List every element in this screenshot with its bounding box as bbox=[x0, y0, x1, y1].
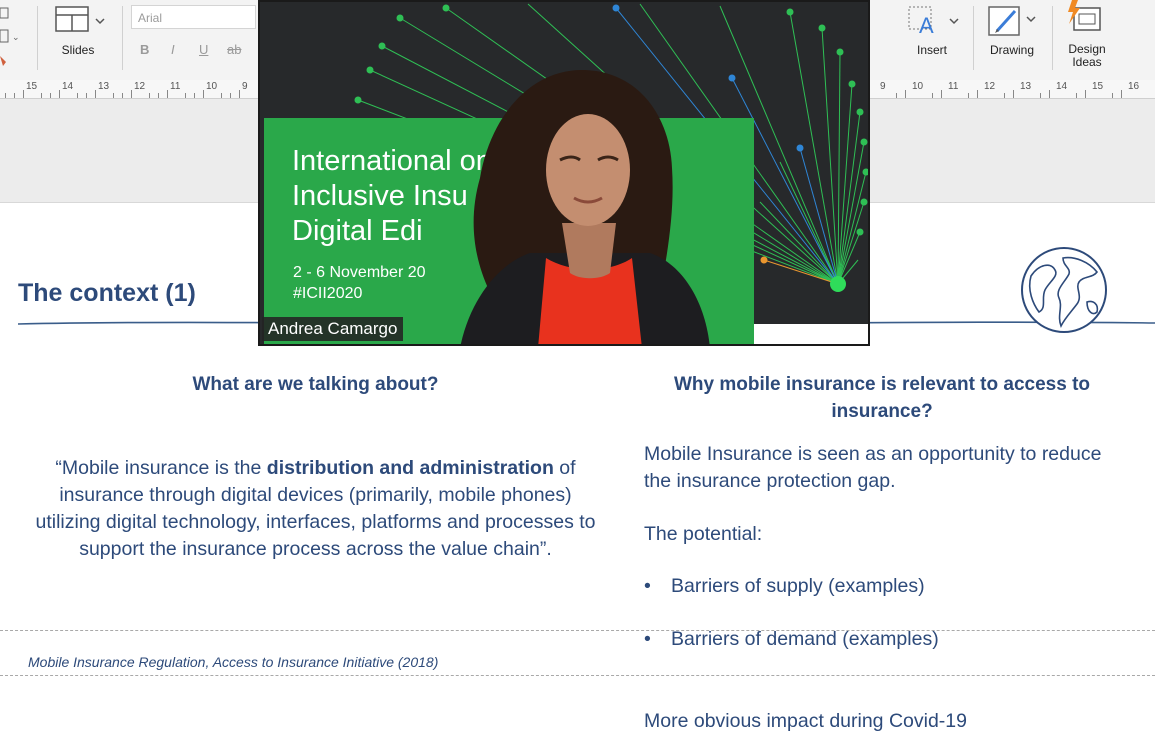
dashed-divider-top bbox=[0, 630, 1155, 631]
ruler-number: 11 bbox=[170, 81, 181, 92]
clipboard-group: ⌄ bbox=[0, 0, 30, 80]
slides-button[interactable]: Slides bbox=[48, 0, 118, 80]
design-ideas-button[interactable]: Design Ideas bbox=[1052, 0, 1122, 80]
ruler-number: 11 bbox=[948, 81, 959, 92]
insert-button[interactable]: A Insert bbox=[895, 0, 970, 80]
dashed-divider-bottom bbox=[0, 675, 1155, 676]
bold-button[interactable]: B bbox=[140, 42, 149, 57]
ruler-number: 15 bbox=[1092, 81, 1104, 92]
event-hashtag: #ICII2020 bbox=[293, 285, 363, 302]
slide-layout-icon bbox=[55, 6, 105, 32]
ruler-number: 16 bbox=[1128, 81, 1140, 92]
textbox-icon: A bbox=[908, 6, 959, 38]
underline-button[interactable]: U bbox=[199, 42, 208, 57]
svg-text:⌄: ⌄ bbox=[12, 32, 20, 42]
ruler-number: 10 bbox=[206, 81, 218, 92]
italic-button[interactable]: I bbox=[171, 42, 175, 57]
svg-text:A: A bbox=[919, 13, 934, 38]
right-intro-text: Mobile Insurance is seen as an opportuni… bbox=[644, 443, 1102, 492]
covid-text: More obvious impact during Covid-19 bbox=[644, 710, 967, 732]
bullet-dot: • bbox=[644, 628, 651, 650]
ruler-number: 10 bbox=[912, 81, 924, 92]
speaker-name-tag: Andrea Camargo bbox=[262, 317, 404, 341]
bullet-demand: • Barriers of demand (examples) bbox=[644, 628, 939, 651]
ruler-number: 15 bbox=[26, 81, 38, 92]
speaker-figure bbox=[460, 69, 710, 344]
bullet-text: Barriers of supply (examples) bbox=[671, 575, 925, 597]
ruler-number: 14 bbox=[62, 81, 74, 92]
drawing-button[interactable]: Drawing bbox=[977, 0, 1047, 80]
speaker-video-window[interactable]: International on Inclusive Insu Digital … bbox=[258, 0, 870, 346]
bullet-supply: • Barriers of supply (examples) bbox=[644, 575, 925, 598]
left-heading: What are we talking about? bbox=[192, 374, 439, 395]
strikethrough-button[interactable]: ab bbox=[227, 42, 241, 57]
ruler-number: 13 bbox=[98, 81, 110, 92]
ruler-number: 12 bbox=[134, 81, 146, 92]
ruler-number: 9 bbox=[880, 81, 886, 92]
globe-icon bbox=[1021, 247, 1107, 333]
definition-quote: “Mobile insurance is the distribution an… bbox=[28, 455, 603, 563]
quote-text-bold: distribution and administration bbox=[266, 457, 554, 479]
clipboard-icon[interactable]: ⌄ bbox=[0, 4, 26, 74]
event-dates: 2 - 6 November 20 bbox=[293, 264, 426, 281]
insert-label: Insert bbox=[916, 43, 947, 57]
slide-title: The context (1) bbox=[18, 279, 196, 307]
ruler-number: 9 bbox=[242, 81, 248, 92]
bullet-text: Barriers of demand (examples) bbox=[671, 628, 939, 650]
design-ideas-label: Design Ideas bbox=[1068, 42, 1106, 69]
drawing-label: Drawing bbox=[989, 43, 1034, 57]
video-lower-bar bbox=[754, 324, 868, 344]
slides-label: Slides bbox=[61, 43, 95, 57]
design-ideas-icon bbox=[1068, 0, 1101, 31]
potential-label: The potential: bbox=[644, 523, 763, 545]
font-name-field[interactable]: Arial bbox=[131, 5, 256, 29]
ruler-number: 14 bbox=[1056, 81, 1068, 92]
citation: Mobile Insurance Regulation, Access to I… bbox=[28, 654, 439, 670]
drawing-icon bbox=[988, 6, 1036, 36]
ruler-number: 12 bbox=[984, 81, 996, 92]
bullet-dot: • bbox=[644, 575, 651, 597]
quote-text-start: “Mobile insurance is the bbox=[55, 457, 267, 479]
ruler-number: 13 bbox=[1020, 81, 1032, 92]
right-heading: Why mobile insurance is relevant to acce… bbox=[673, 374, 1091, 422]
